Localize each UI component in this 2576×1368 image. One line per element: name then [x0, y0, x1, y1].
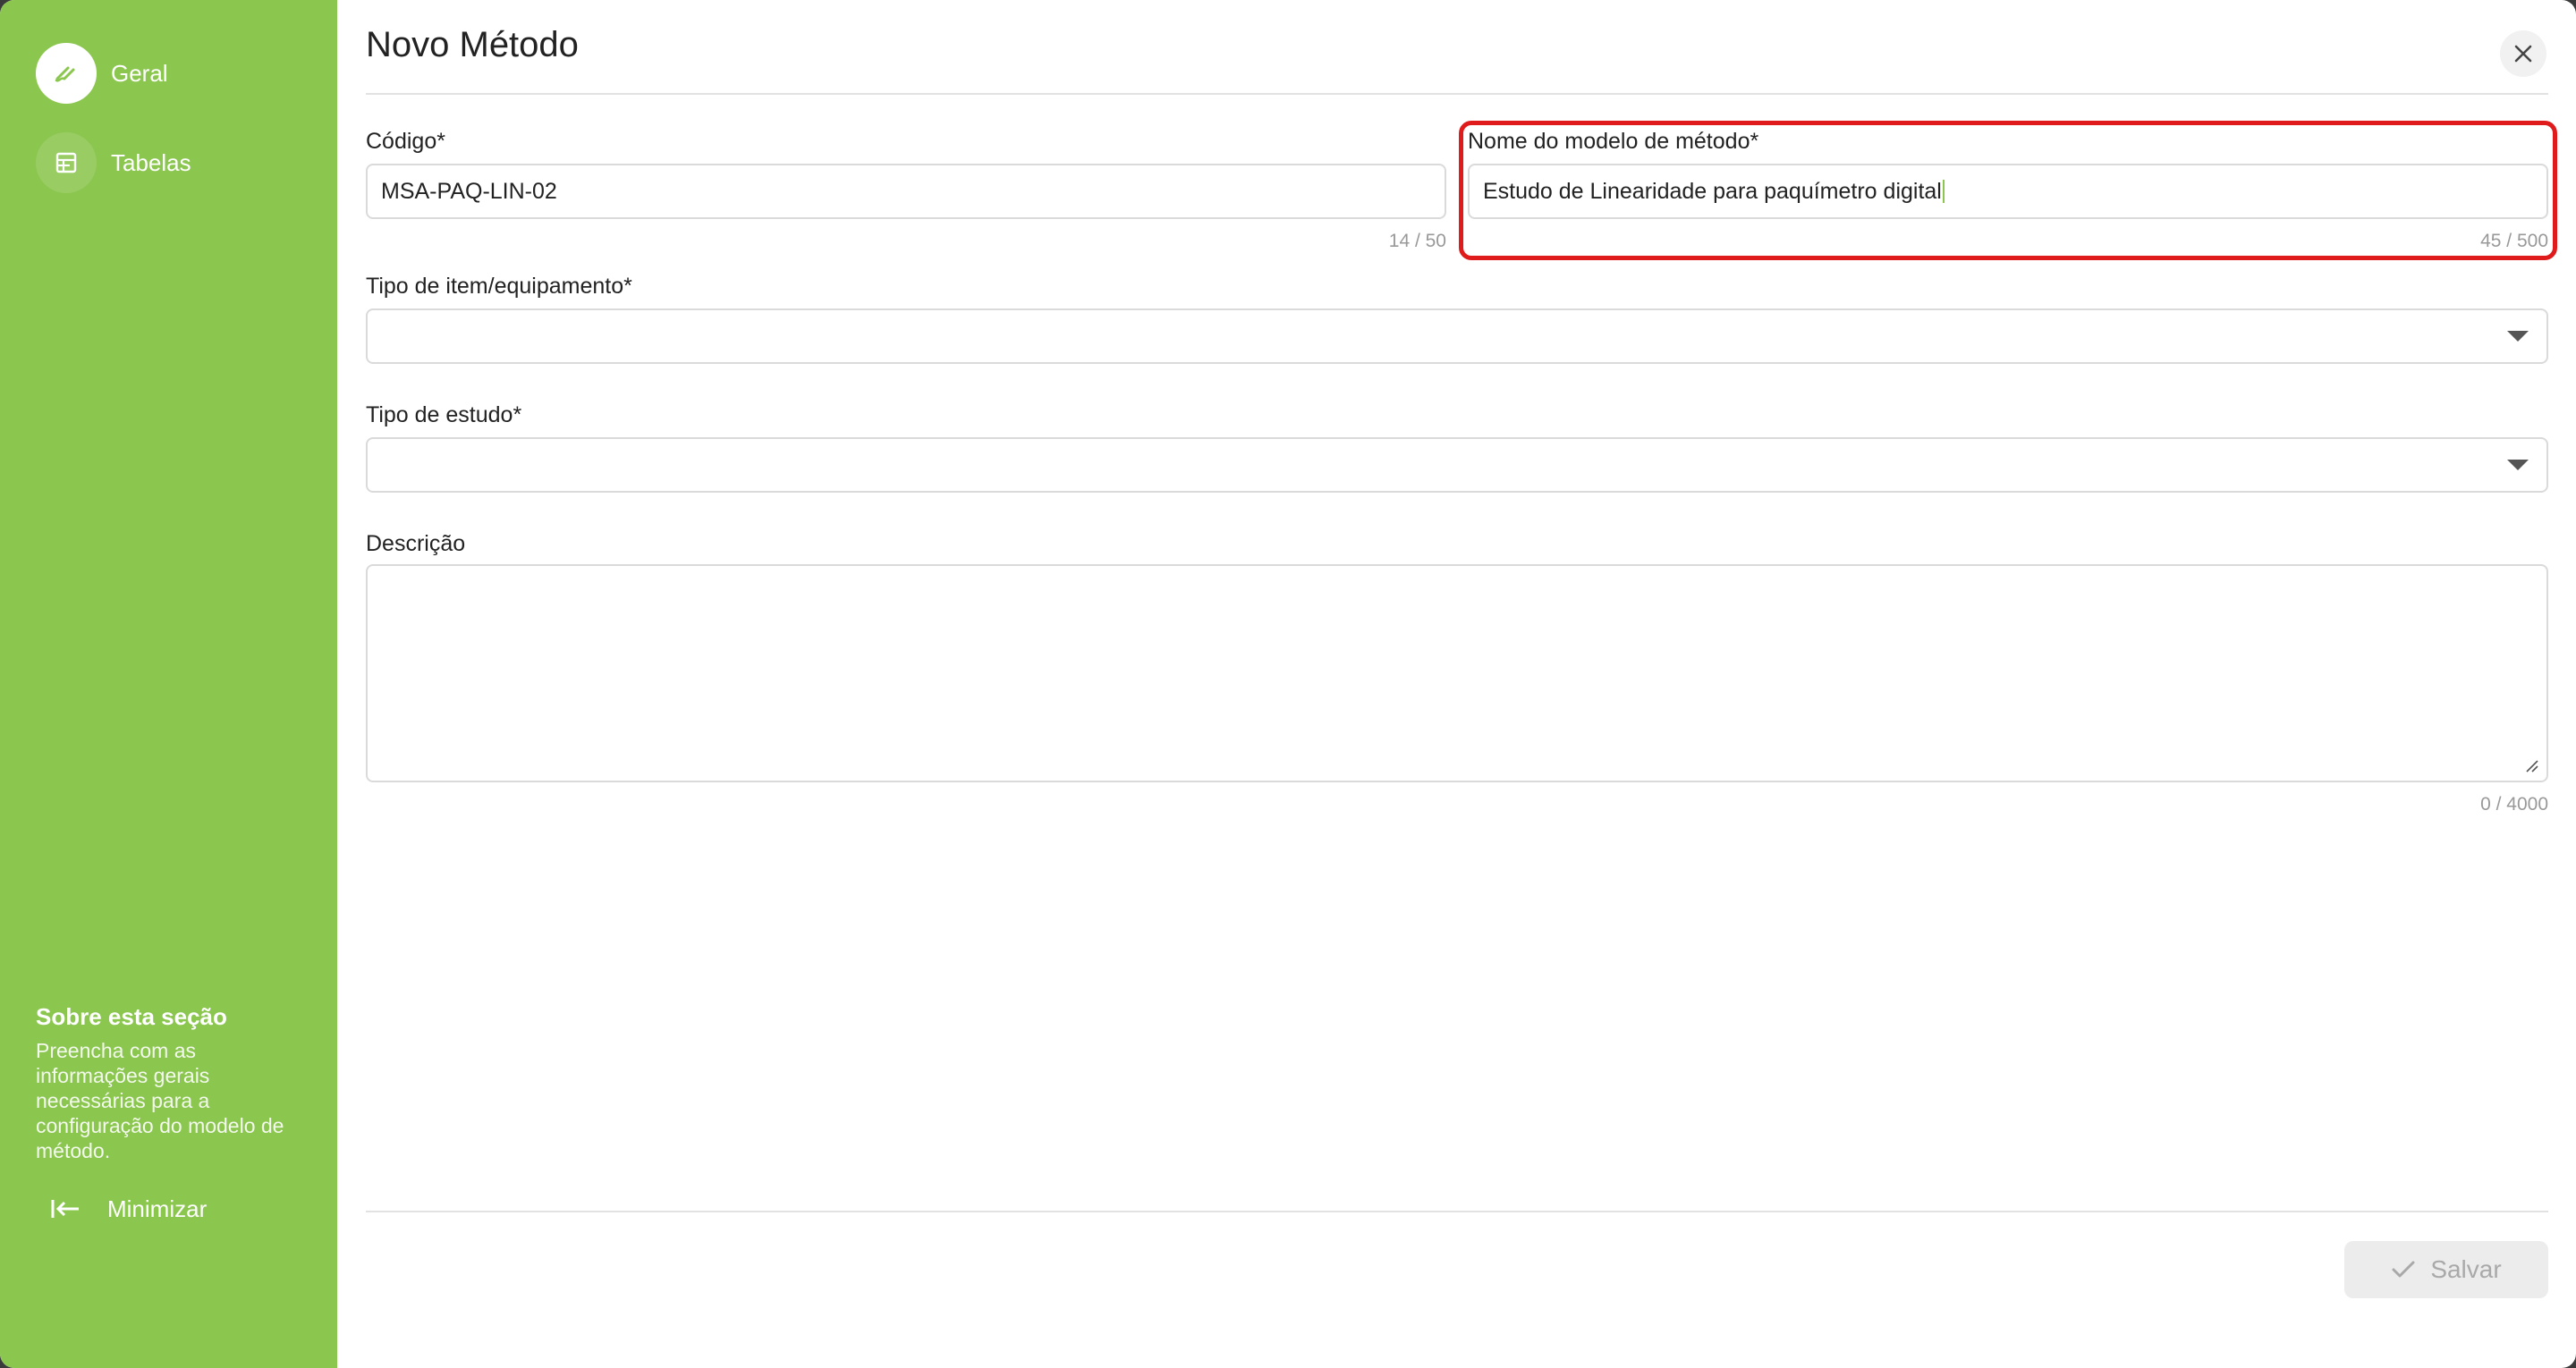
codigo-label: Código*: [366, 129, 445, 154]
tipo-estudo-select[interactable]: [366, 437, 2548, 493]
sidebar: Geral Tabelas Sobre esta seção Preencha …: [0, 0, 337, 1368]
nome-input[interactable]: Estudo de Linearidade para paquímetro di…: [1468, 164, 2548, 219]
section-info-text: Preencha com as informações gerais neces…: [36, 1039, 284, 1162]
check-icon: [2392, 1261, 2415, 1278]
table-icon: [36, 132, 97, 193]
section-info-title: Sobre esta seção: [36, 1003, 227, 1030]
codigo-counter: 14 / 50: [1388, 231, 1446, 251]
sidebar-item-geral[interactable]: Geral: [36, 43, 168, 104]
section-info: Sobre esta seção Preencha com as informa…: [36, 1003, 304, 1163]
dialog-title: Novo Método: [366, 25, 579, 64]
nome-counter: 45 / 500: [2480, 231, 2548, 251]
descricao-textarea[interactable]: [366, 564, 2548, 782]
save-button[interactable]: Salvar: [2344, 1241, 2548, 1298]
sidebar-item-label: Geral: [111, 59, 168, 87]
tipo-item-label: Tipo de item/equipamento*: [366, 274, 632, 299]
dropdown-arrow-icon: [2507, 331, 2529, 342]
descricao-label: Descrição: [366, 531, 466, 556]
header-divider: [366, 93, 2548, 95]
resize-handle-icon[interactable]: [2523, 757, 2539, 773]
tipo-item-select[interactable]: [366, 308, 2548, 364]
codigo-input[interactable]: MSA-PAQ-LIN-02: [366, 164, 1446, 219]
tipo-estudo-label: Tipo de estudo*: [366, 402, 522, 427]
collapse-left-icon: [51, 1200, 79, 1218]
sidebar-item-tabelas[interactable]: Tabelas: [36, 132, 191, 193]
dropdown-arrow-icon: [2507, 460, 2529, 470]
new-method-dialog: Geral Tabelas Sobre esta seção Preencha …: [0, 0, 2576, 1368]
codigo-value: MSA-PAQ-LIN-02: [381, 178, 557, 204]
pen-icon: [36, 43, 97, 104]
descricao-counter: 0 / 4000: [2480, 794, 2548, 815]
text-caret: [1942, 180, 1945, 203]
minimize-button[interactable]: Minimizar: [50, 1193, 207, 1225]
minimize-label: Minimizar: [107, 1195, 208, 1222]
footer-divider: [366, 1211, 2548, 1212]
close-button[interactable]: [2500, 30, 2546, 77]
nome-label: Nome do modelo de método*: [1468, 129, 1759, 154]
close-icon: [2514, 45, 2532, 63]
save-label: Salvar: [2430, 1255, 2502, 1283]
nome-value: Estudo de Linearidade para paquímetro di…: [1483, 178, 1942, 204]
sidebar-item-label: Tabelas: [111, 148, 191, 176]
